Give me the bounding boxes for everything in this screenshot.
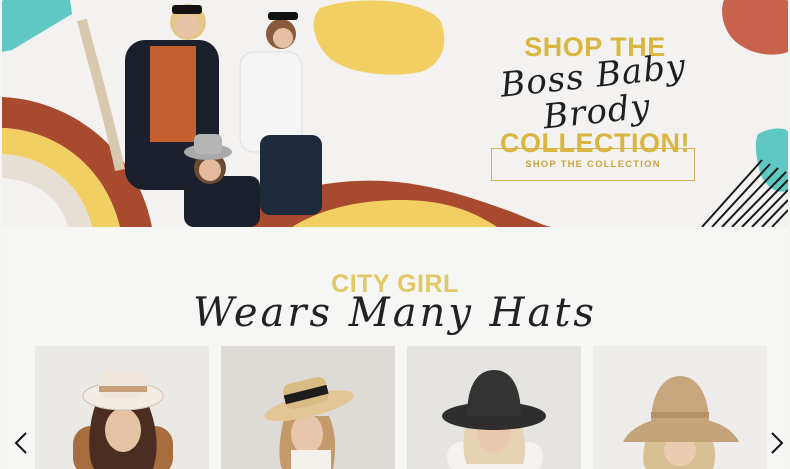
crochet-bucket-hat-image	[593, 346, 767, 469]
product-carousel	[35, 346, 770, 469]
product-card[interactable]	[221, 346, 395, 469]
section-script-title: Wears Many Hats	[193, 290, 597, 336]
chevron-right-icon	[771, 432, 784, 454]
carousel-next-button[interactable]	[766, 428, 788, 458]
product-card[interactable]	[35, 346, 209, 469]
product-card[interactable]	[407, 346, 581, 469]
straw-boater-image	[221, 346, 395, 469]
chevron-left-icon	[14, 432, 27, 454]
product-card[interactable]	[593, 346, 767, 469]
cream-fedora-image	[35, 346, 209, 469]
city-girl-section: CITY GIRL Wears Many Hats	[2, 228, 788, 469]
black-bucket-hat-image	[407, 346, 581, 469]
shop-collection-button[interactable]: SHOP THE COLLECTION	[491, 148, 695, 181]
carousel-prev-button[interactable]	[10, 428, 32, 458]
hero-banner: SHOP THE Boss Baby Brody COLLECTION! SHO…	[2, 0, 788, 227]
hero-heading: SHOP THE Boss Baby Brody COLLECTION!	[470, 30, 720, 160]
